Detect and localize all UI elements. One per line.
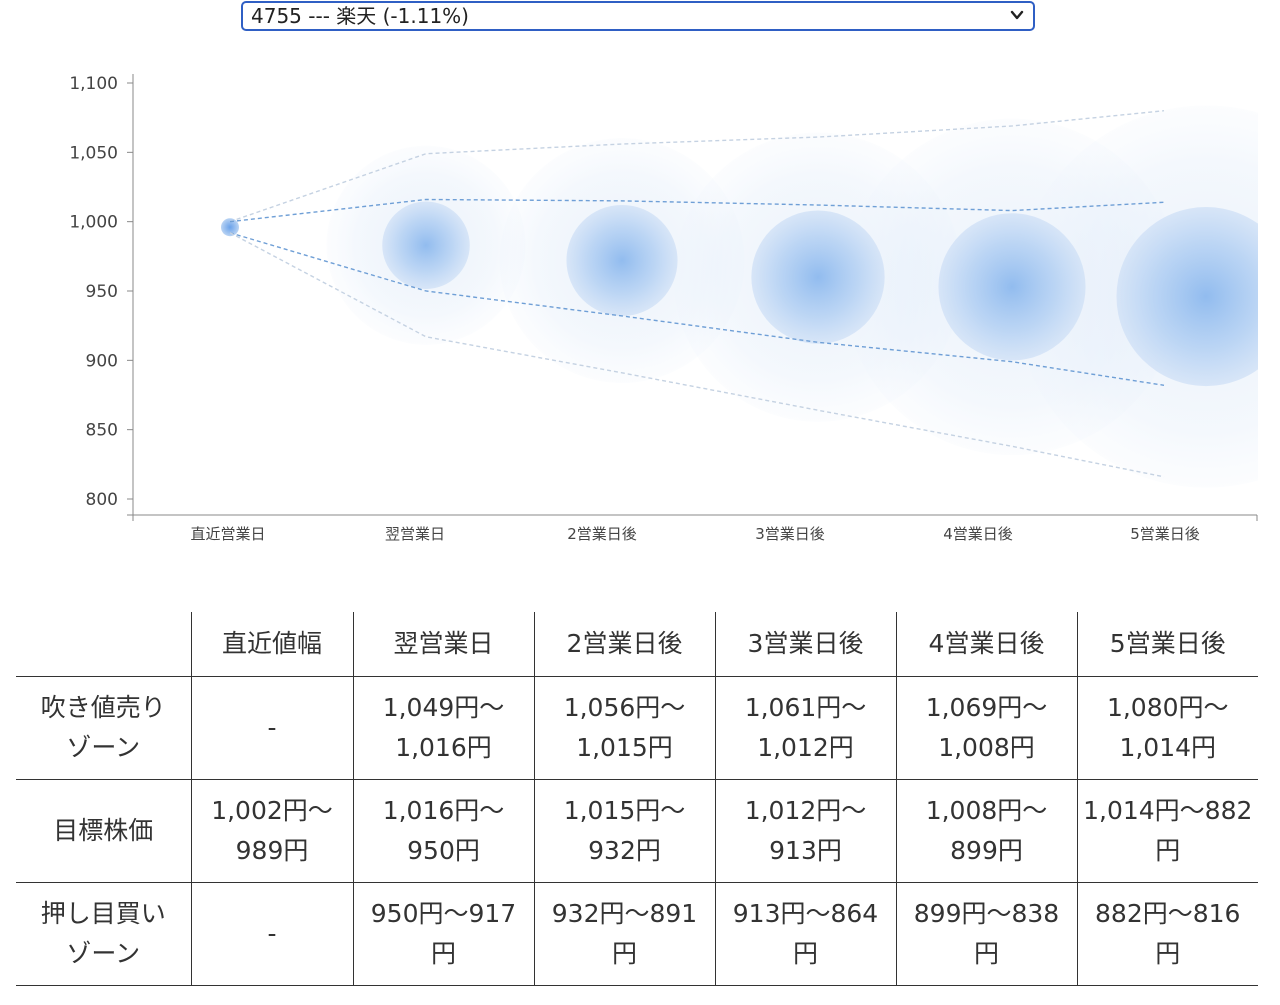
inner-band-circle [566,204,678,317]
table-header-cell: 5営業日後 [1076,612,1258,676]
table-header-cell: 4営業日後 [895,612,1077,676]
table-cell: 1,061円〜 1,012円 [714,675,896,779]
cell-text: 円 [1155,835,1181,865]
cell-text: 989円 [235,835,309,865]
table-cell: 1,002円〜 989円 [190,778,353,882]
x-tick-label: 翌営業日 [385,525,445,543]
table-cell: 1,008円〜 899円 [895,778,1077,882]
cell-text: - [267,918,277,948]
cell-text: 1,008円〜 [925,795,1048,825]
cell-text: 円 [792,938,818,968]
stock-select[interactable]: 4755 --- 楽天 (-1.11%) [241,1,1035,31]
table-cell: 1,080円〜 1,014円 [1076,675,1258,779]
table-cell: 1,012円〜 913円 [714,778,896,882]
cell-text: 1,012円〜 [744,795,867,825]
stock-select-value: 4755 --- 楽天 (-1.11%) [251,4,469,28]
cell-text: 目標株価 [53,815,154,845]
table-cell: 899円〜838 円 [895,881,1077,986]
cell-text: 1,016円〜 [382,795,505,825]
cell-text: 円 [973,938,999,968]
y-tick-label: 1,050 [69,143,118,163]
cell-text: 1,012円 [757,732,854,762]
table-header-cell: 3営業日後 [714,612,896,676]
x-tick-label: 3営業日後 [755,525,825,543]
cell-text: 913円〜864 [732,898,879,928]
cell-text: 1,008円 [938,732,1035,762]
table-cell: 1,014円〜882 円 [1076,778,1258,882]
inner-band-circle [751,210,885,344]
y-tick-label: 1,000 [69,213,118,233]
cell-text: 円 [611,938,637,968]
cell-text: 950円 [407,835,480,865]
table-header-cell [16,612,191,676]
cell-text: 913円 [769,835,842,865]
table-header-row: 直近値幅 翌営業日 2営業日後 3営業日後 4営業日後 5営業日後 [16,612,1258,676]
x-tick-label: 5営業日後 [1130,525,1200,543]
x-tick-label: 直近営業日 [190,525,265,543]
forecast-chart: 1,100 1,050 1,000 950 900 850 800 直近営業日 翌営業日 2営業日… [69,74,1258,543]
y-tick-label: 950 [86,282,118,302]
row-label: 吹き値売り ゾーン [16,675,191,779]
cell-text: 1,069円〜 [925,692,1048,722]
table-cell: 932円〜891 円 [533,881,715,986]
table-header-cell: 直近値幅 [190,612,353,676]
y-tick-label: 800 [86,490,118,510]
x-tick-label: 4営業日後 [943,525,1013,543]
y-tick-label: 850 [86,421,118,441]
table-cell: 1,069円〜 1,008円 [895,675,1077,779]
cell-text: 1,014円〜882 [1083,795,1253,825]
cell-text: - [267,712,277,742]
cell-text: 1,056円〜 [563,692,686,722]
inner-band-circle [938,213,1086,361]
cell-text: 932円〜891 [551,898,698,928]
cell-text: 円 [430,938,456,968]
inner-band-circle [382,201,470,289]
table-row: 目標株価 1,002円〜 989円 1,016円〜 950円 1,015円〜 932円 1,0… [16,778,1258,882]
table-cell: - [190,675,353,779]
cell-text: ゾーン [66,732,141,762]
cell-text: 吹き値売り [40,692,166,722]
cell-text: 1,049円〜 [382,692,505,722]
cell-text: ゾーン [66,938,141,968]
forecast-bands [221,105,1258,488]
table-cell: 1,016円〜 950円 [352,778,534,882]
row-label: 目標株価 [16,778,191,882]
cell-text: 1,015円 [576,732,673,762]
cell-text: 932円 [588,835,661,865]
cell-text: 950円〜917 [370,898,517,928]
y-tick-label: 1,100 [69,74,118,94]
cell-text: 899円 [950,835,1023,865]
table-header-cell: 2営業日後 [533,612,715,676]
table-cell: - [190,881,353,986]
cell-text: 1,015円〜 [563,795,686,825]
cell-text: 押し目買い [40,898,166,928]
table-cell: 882円〜816 円 [1076,881,1258,986]
cell-text: 1,002円〜 [211,795,333,825]
cell-text: 882円〜816 [1095,898,1241,928]
table-cell: 913円〜864 円 [714,881,896,986]
cell-text: 1,016円 [395,732,492,762]
table-cell: 950円〜917 円 [352,881,534,986]
x-tick-label: 2営業日後 [567,525,637,543]
chevron-down-icon [1010,10,1024,20]
table-cell: 1,056円〜 1,015円 [533,675,715,779]
cell-text: 1,080円〜 [1106,692,1229,722]
table-header-cell: 翌営業日 [352,612,534,676]
table-cell: 1,049円〜 1,016円 [352,675,534,779]
table-row: 押し目買い ゾーン -950円〜917 円 932円〜891 円 913円〜864 円 899円… [16,881,1258,986]
price-zone-table: 直近値幅 翌営業日 2営業日後 3営業日後 4営業日後 5営業日後 吹き値売りゾーン - 1,… [16,612,1258,986]
y-tick-label: 900 [86,351,118,371]
table-cell: 1,015円〜 932円 [533,778,715,882]
cell-text: 1,014円 [1119,732,1217,762]
table-row: 吹き値売りゾーン - 1,049円〜 1,016円 1,056円〜 1,015円 1,061… [16,675,1258,779]
cell-text: 899円〜838 [913,898,1060,928]
row-label: 押し目買い ゾーン [16,881,191,986]
cell-text: 1,061円〜 [744,692,867,722]
cell-text: 円 [1155,938,1181,968]
